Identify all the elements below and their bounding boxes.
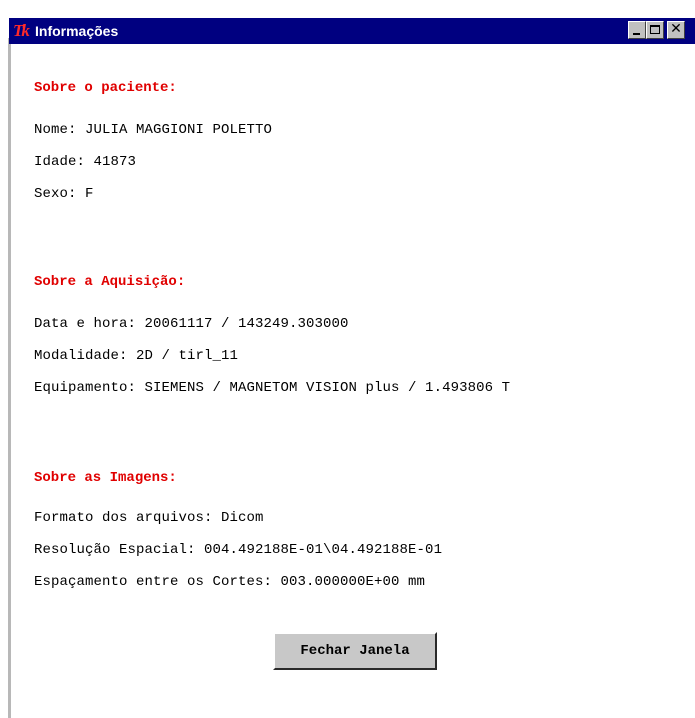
acquisition-modality: Modalidade: 2D / tirl_11 bbox=[34, 348, 239, 364]
window-title: Informações bbox=[35, 23, 119, 39]
minimize-button[interactable] bbox=[628, 21, 646, 39]
tk-logo-icon: Tk bbox=[13, 21, 30, 40]
patient-age: Idade: 41873 bbox=[34, 154, 137, 170]
images-resolution: Resolução Espacial: 004.492188E-01\04.49… bbox=[34, 542, 443, 558]
minimize-icon bbox=[633, 33, 640, 35]
images-spacing: Espaçamento entre os Cortes: 003.000000E… bbox=[34, 574, 426, 590]
images-heading: Sobre as Imagens: bbox=[34, 470, 177, 486]
patient-name: Nome: JULIA MAGGIONI POLETTO bbox=[34, 122, 273, 138]
maximize-icon bbox=[650, 25, 660, 34]
acquisition-datetime: Data e hora: 20061117 / 143249.303000 bbox=[34, 316, 349, 332]
patient-heading: Sobre o paciente: bbox=[34, 80, 177, 96]
patient-sex: Sexo: F bbox=[34, 186, 94, 202]
title-bar[interactable]: Tk Informações ✕ bbox=[9, 18, 695, 44]
acquisition-heading: Sobre a Aquisição: bbox=[34, 274, 186, 290]
close-window-action-button[interactable]: Fechar Janela bbox=[273, 632, 437, 670]
images-format: Formato dos arquivos: Dicom bbox=[34, 510, 264, 526]
close-window-button[interactable]: ✕ bbox=[667, 21, 685, 39]
window-border bbox=[8, 38, 11, 718]
maximize-button[interactable] bbox=[646, 21, 664, 39]
close-icon: ✕ bbox=[670, 21, 682, 37]
acquisition-equipment: Equipamento: SIEMENS / MAGNETOM VISION p… bbox=[34, 380, 511, 396]
